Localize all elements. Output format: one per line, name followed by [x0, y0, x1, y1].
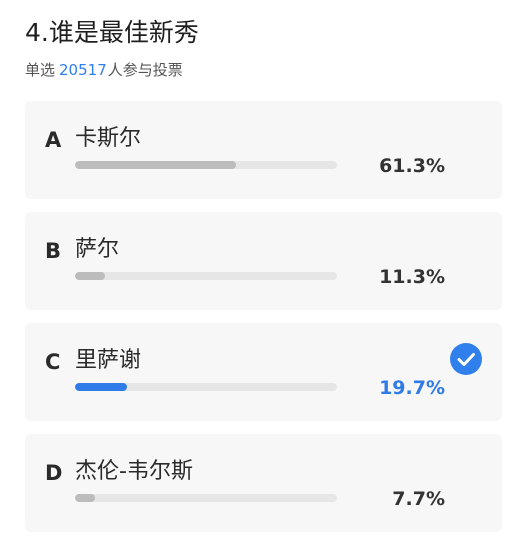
- vote-progress-bar: [75, 161, 337, 169]
- option-letter: D: [45, 461, 63, 485]
- option-letter: B: [45, 239, 62, 263]
- poll-title: 4.谁是最佳新秀: [25, 18, 199, 47]
- participant-suffix: 人参与投票: [107, 61, 183, 79]
- option-percent: 11.3%: [379, 266, 445, 288]
- option-percent: 19.7%: [379, 377, 445, 399]
- option-percent: 7.7%: [392, 488, 445, 510]
- vote-progress-fill: [75, 383, 127, 391]
- poll-options: A 卡斯尔 61.3% B 萨尔 11.3% C 里萨谢 19.7% D 杰伦-…: [25, 101, 502, 545]
- option-letter: C: [45, 350, 61, 374]
- poll-option-d[interactable]: D 杰伦-韦尔斯 7.7%: [25, 434, 502, 532]
- option-name: 卡斯尔: [75, 126, 142, 151]
- poll-meta: 单选 20517人参与投票: [25, 59, 183, 81]
- vote-progress-fill: [75, 272, 105, 280]
- poll-option-c[interactable]: C 里萨谢 19.7%: [25, 323, 502, 421]
- option-name: 杰伦-韦尔斯: [75, 459, 193, 484]
- vote-progress-bar: [75, 272, 337, 280]
- poll-option-b[interactable]: B 萨尔 11.3%: [25, 212, 502, 310]
- poll-option-a[interactable]: A 卡斯尔 61.3%: [25, 101, 502, 199]
- option-name: 里萨谢: [75, 348, 142, 373]
- poll-card: 4.谁是最佳新秀 单选 20517人参与投票 A 卡斯尔 61.3% B 萨尔 1…: [0, 0, 522, 538]
- check-circle-icon: [450, 343, 482, 375]
- vote-progress-fill: [75, 494, 96, 502]
- vote-progress-bar: [75, 383, 337, 391]
- vote-progress-fill: [75, 161, 236, 169]
- option-name: 萨尔: [75, 237, 120, 262]
- option-percent: 61.3%: [379, 155, 445, 177]
- participant-count: 20517: [59, 61, 107, 79]
- option-letter: A: [45, 128, 62, 152]
- vote-progress-bar: [75, 494, 337, 502]
- vote-mode-label: 单选: [25, 61, 56, 79]
